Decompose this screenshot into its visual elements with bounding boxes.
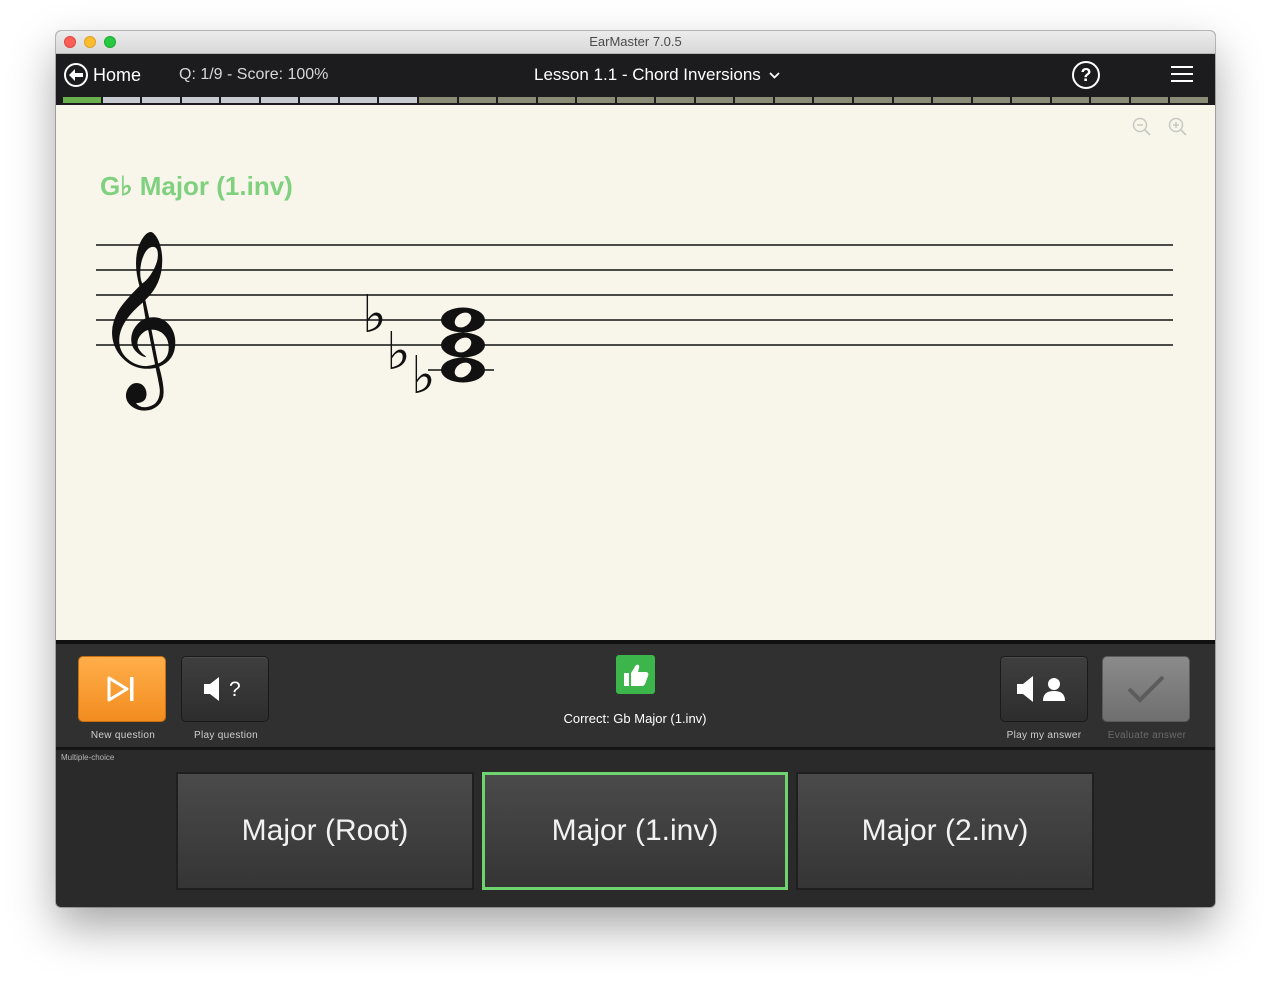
- progress-segment: [1170, 97, 1208, 103]
- progress-segment: [814, 97, 853, 103]
- lesson-title: Lesson 1.1 - Chord Inversions: [534, 65, 761, 84]
- progress-segment: [498, 97, 536, 103]
- play-my-answer-button[interactable]: [1000, 656, 1088, 722]
- progress-segment: [102, 97, 141, 103]
- home-button[interactable]: Home: [64, 61, 141, 89]
- progress-segment: [339, 97, 378, 103]
- control-panel: New question ? Play question Correct: Gb…: [56, 644, 1215, 747]
- progress-segment: [181, 97, 220, 103]
- maximize-window-button[interactable]: [104, 36, 116, 48]
- progress-segment: [379, 97, 417, 103]
- svg-text:♭: ♭: [362, 285, 387, 345]
- app-window: EarMaster 7.0.5 Home Q: 1/9 - Score: 100…: [56, 31, 1215, 907]
- window-title: EarMaster 7.0.5: [589, 34, 682, 49]
- play-question-label: Play question: [194, 730, 258, 741]
- back-arrow-icon: [64, 63, 88, 87]
- svg-text:?: ?: [229, 678, 241, 701]
- home-label: Home: [93, 64, 142, 85]
- feedback-text: Correct: Gb Major (1.inv): [563, 711, 707, 726]
- notation-area: G♭ Major (1.inv) 𝄞 ♭ ♭ ♭: [56, 105, 1215, 640]
- progress-segment: [63, 97, 101, 103]
- help-icon[interactable]: ?: [1072, 61, 1100, 89]
- progress-segment: [656, 97, 694, 103]
- chevron-down-icon: [769, 71, 780, 79]
- progress-segment: [1051, 97, 1090, 103]
- checkmark-icon: [1127, 675, 1165, 703]
- answer-major-root-button[interactable]: Major (Root): [176, 772, 474, 890]
- new-question-button[interactable]: [78, 656, 166, 722]
- score-text: Q: 1/9 - Score: 100%: [179, 66, 329, 83]
- play-question-button[interactable]: ?: [181, 656, 269, 722]
- progress-segment: [616, 97, 655, 103]
- progress-segment: [933, 97, 971, 103]
- speaker-person-icon: [1017, 676, 1065, 702]
- svg-text:♭: ♭: [386, 322, 411, 382]
- svg-text:♭: ♭: [411, 346, 436, 406]
- evaluate-answer-button[interactable]: [1102, 656, 1190, 722]
- progress-segment: [893, 97, 932, 103]
- progress-segment: [1012, 97, 1050, 103]
- progress-segment: [537, 97, 576, 103]
- progress-segment: [300, 97, 338, 103]
- lesson-selector[interactable]: Lesson 1.1 - Chord Inversions: [534, 65, 780, 85]
- speaker-question-icon: ?: [204, 677, 241, 701]
- staff-lines: [96, 244, 1173, 346]
- title-bar: EarMaster 7.0.5: [56, 31, 1215, 54]
- close-window-button[interactable]: [64, 36, 76, 48]
- skip-next-icon: [107, 676, 134, 702]
- staff: 𝄞 ♭ ♭ ♭: [94, 229, 1173, 411]
- answer-major-1inv-button[interactable]: Major (1.inv): [482, 772, 788, 890]
- progress-segment: [577, 97, 615, 103]
- progress-segment: [458, 97, 497, 103]
- answer-major-2inv-button[interactable]: Major (2.inv): [796, 772, 1094, 890]
- section-label: Multiple-choice: [61, 753, 115, 762]
- progress-segment: [854, 97, 892, 103]
- progress-segment: [1091, 97, 1129, 103]
- answer-panel: Multiple-choice Major (Root) Major (1.in…: [56, 750, 1215, 907]
- progress-segment: [221, 97, 259, 103]
- progress-segment: [695, 97, 734, 103]
- progress-segment: [418, 97, 457, 103]
- progress-segment: [142, 97, 180, 103]
- progress-segment: [260, 97, 299, 103]
- evaluate-answer-label: Evaluate answer: [1107, 730, 1187, 741]
- progress-segment: [735, 97, 773, 103]
- progress-segment: [972, 97, 1011, 103]
- treble-clef: 𝄞: [94, 229, 183, 411]
- top-bar: Home Q: 1/9 - Score: 100% Lesson 1.1 - C…: [56, 54, 1215, 97]
- new-question-label: New question: [90, 730, 156, 741]
- progress-segment: [774, 97, 813, 103]
- question-progress-bar: [56, 97, 1215, 105]
- thumbs-up-icon: [616, 655, 655, 694]
- progress-segment: [1130, 97, 1169, 103]
- hamburger-menu-icon[interactable]: [1171, 66, 1193, 84]
- minimize-window-button[interactable]: [84, 36, 96, 48]
- play-my-answer-label: Play my answer: [1006, 730, 1082, 741]
